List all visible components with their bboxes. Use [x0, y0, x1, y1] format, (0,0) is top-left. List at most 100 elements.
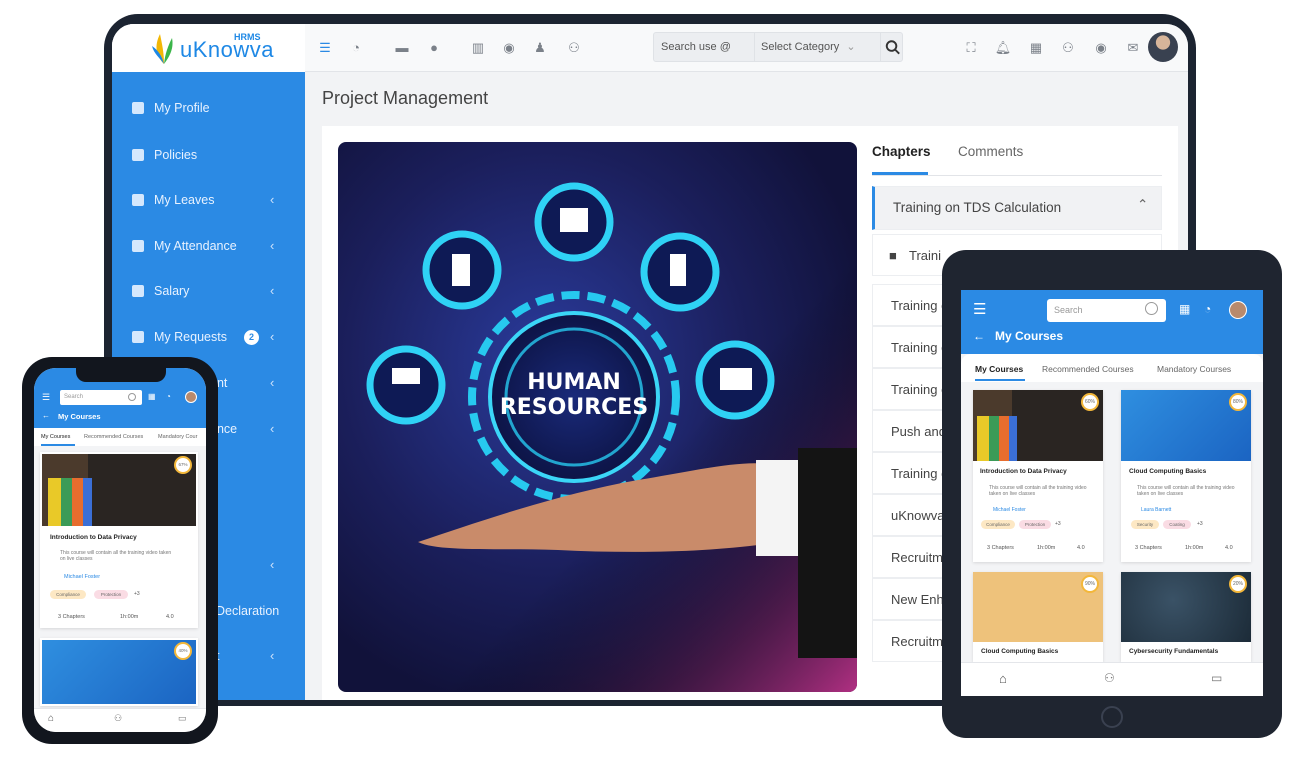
tag: Compliance — [50, 590, 86, 599]
search-icon — [1145, 302, 1158, 315]
course-thumbnail — [42, 640, 196, 704]
course-card[interactable]: 40% — [40, 638, 198, 706]
chapters-count: 3 Chapters — [58, 614, 85, 620]
search-input[interactable]: Search — [60, 390, 142, 405]
app-logo[interactable]: uKnowva HRMS — [112, 24, 305, 72]
mail-icon[interactable]: ✉ — [1123, 38, 1143, 58]
tab-mandatory-courses[interactable]: Mandatory Cour — [158, 434, 197, 440]
bell-icon[interactable]: 🔔︎ — [993, 38, 1013, 58]
global-search: Search use @ Select Category ⌄ — [653, 32, 903, 62]
chevron-left-icon: ‹ — [270, 375, 275, 390]
user-icon[interactable]: ♟ — [530, 38, 550, 58]
bell-icon[interactable]: ◔ — [166, 392, 171, 401]
course-title: Cloud Computing Basics — [1129, 468, 1207, 475]
search-icon[interactable] — [880, 33, 904, 61]
chart-icon[interactable]: ▥ — [468, 38, 488, 58]
course-description: This course will contain all the trainin… — [989, 485, 1087, 498]
sidebar-item-salary[interactable]: Salary ‹ — [112, 273, 305, 313]
tag: Compliance — [981, 520, 1015, 529]
phone-notch — [76, 368, 166, 382]
course-card[interactable]: 90% Cloud Computing Basics — [973, 572, 1103, 662]
more-tags: +3 — [1197, 521, 1203, 527]
calendar-icon[interactable]: ▦ — [1179, 302, 1190, 316]
progress-ring: 80% — [1229, 393, 1247, 411]
hero-caption: HUMAN RESOURCES — [499, 370, 649, 420]
course-card[interactable]: 60% Introduction to Data Privacy This co… — [973, 390, 1103, 562]
sidebar-toggle-icon[interactable]: ☰ — [315, 38, 335, 58]
sidebar-item-my-requests[interactable]: My Requests 2 ‹ — [112, 319, 305, 359]
team-icon[interactable]: ⚇ — [114, 713, 122, 724]
calendar-icon — [132, 194, 144, 206]
duration: 1h:00m — [1037, 545, 1056, 551]
calendar-icon[interactable]: ▦ — [1026, 38, 1046, 58]
phone-app-screen: ☰ Search ▦ ◔ ← My Courses My Courses Rec… — [34, 368, 206, 732]
sidebar-item-policies[interactable]: Policies — [112, 137, 305, 177]
home-icon[interactable]: ⌂ — [48, 713, 54, 724]
tab-my-courses[interactable]: My Courses — [41, 434, 70, 440]
gauge-icon[interactable]: ◉ — [1091, 38, 1111, 58]
hamburger-icon[interactable]: ☰ — [42, 392, 50, 403]
course-card[interactable]: 67% Introduction to Data Privacy This co… — [40, 452, 198, 628]
calendar-check-icon — [132, 240, 144, 252]
search-icon — [128, 393, 136, 401]
course-author: Michael Foster — [993, 507, 1026, 513]
tab-comments[interactable]: Comments — [958, 144, 1023, 159]
avatar[interactable] — [1148, 32, 1178, 62]
course-description: This course will contain all the trainin… — [60, 550, 172, 563]
inbox-icon[interactable]: ▭ — [1211, 671, 1222, 685]
sidebar-item-my-profile[interactable]: My Profile — [112, 90, 305, 130]
avatar[interactable] — [1229, 301, 1247, 319]
progress-ring: 90% — [1081, 575, 1099, 593]
progress-ring: 20% — [1229, 575, 1247, 593]
category-select[interactable]: Select Category ⌄ — [754, 33, 880, 61]
tab-chapters[interactable]: Chapters — [872, 144, 931, 159]
page-title: Project Management — [322, 88, 489, 108]
calendar-icon[interactable]: ▦ — [148, 392, 156, 401]
back-arrow-icon[interactable]: ← — [42, 411, 50, 420]
scan-icon[interactable]: ⛶ — [961, 38, 981, 58]
chevron-up-icon: ⌃ — [1137, 197, 1149, 212]
video-icon: ■ — [889, 248, 897, 263]
more-tags: +3 — [134, 591, 140, 597]
tab-my-courses[interactable]: My Courses — [975, 364, 1023, 374]
chevron-left-icon: ‹ — [270, 557, 275, 572]
hamburger-icon[interactable]: ☰ — [973, 300, 986, 318]
tab-recommended-courses[interactable]: Recommended Courses — [84, 434, 143, 440]
rss-icon[interactable]: ◔ — [346, 38, 366, 58]
course-card[interactable]: 80% Cloud Computing Basics This course w… — [1121, 390, 1251, 562]
back-arrow-icon[interactable]: ← — [973, 329, 985, 343]
tablet-app-screen: ☰ Search ▦ ◔ ← My Courses My Courses Rec… — [961, 290, 1263, 696]
app-badge: HRMS — [234, 32, 261, 42]
info-icon[interactable]: ● — [424, 38, 444, 58]
course-title: Cybersecurity Fundamentals — [1129, 648, 1219, 655]
users-icon[interactable]: ⚇ — [564, 38, 584, 58]
course-hero-image: HUMAN RESOURCES — [338, 142, 857, 692]
search-input[interactable]: Search use @ — [661, 41, 731, 53]
team-icon[interactable]: ⚇ — [1058, 38, 1078, 58]
course-card[interactable]: 20% Cybersecurity Fundamentals — [1121, 572, 1251, 662]
screen-title: My Courses — [58, 412, 101, 421]
progress-ring: 40% — [174, 642, 192, 660]
active-tab-indicator — [975, 379, 1025, 381]
avatar[interactable] — [185, 391, 197, 403]
course-description: This course will contain all the trainin… — [1137, 485, 1235, 498]
folder-icon[interactable]: ▬ — [392, 38, 412, 58]
tab-mandatory-courses[interactable]: Mandatory Courses — [1157, 364, 1231, 374]
bell-icon[interactable]: ◔ — [1204, 302, 1211, 316]
dashboard-icon[interactable]: ◉ — [499, 38, 519, 58]
sidebar-item-my-leaves[interactable]: My Leaves ‹ — [112, 182, 305, 222]
team-icon[interactable]: ⚇ — [1104, 671, 1115, 685]
active-tab-indicator — [872, 172, 928, 175]
tag: Protection — [1019, 520, 1051, 529]
more-tags: +3 — [1055, 521, 1061, 527]
copy-icon — [132, 149, 144, 161]
sidebar-item-my-attendance[interactable]: My Attendance ‹ — [112, 228, 305, 268]
tablet-header: ☰ Search ▦ ◔ ← My Courses — [961, 290, 1263, 354]
course-title: Introduction to Data Privacy — [50, 534, 137, 541]
home-icon[interactable]: ⌂ — [999, 671, 1007, 686]
inbox-icon[interactable]: ▭ — [178, 713, 187, 724]
tab-recommended-courses[interactable]: Recommended Courses — [1042, 364, 1134, 374]
clipboard-icon — [132, 331, 144, 343]
chapter-accordion-open[interactable]: Training on TDS Calculation ⌃ — [872, 186, 1162, 230]
search-input[interactable]: Search — [1047, 299, 1166, 322]
